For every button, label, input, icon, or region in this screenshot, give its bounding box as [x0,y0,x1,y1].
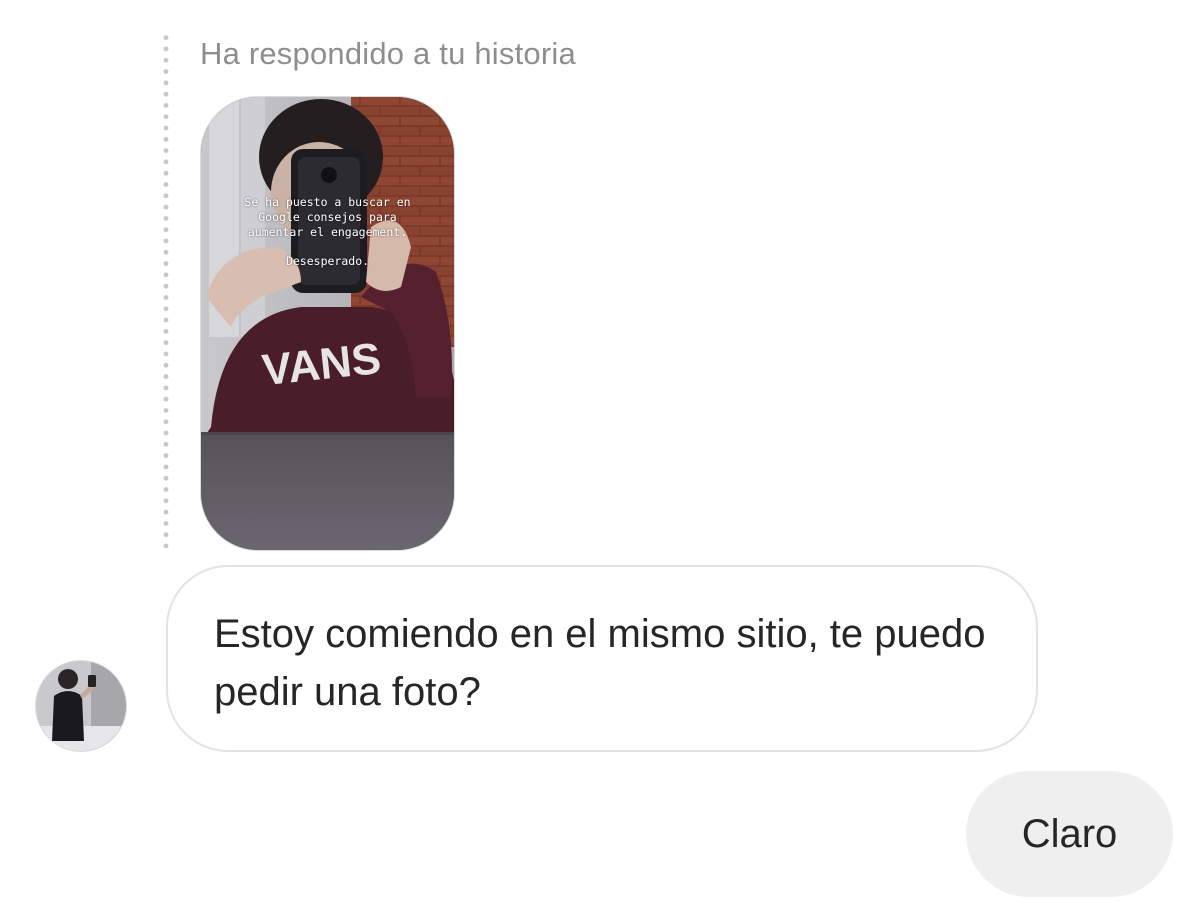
incoming-message-text: Estoy comiendo en el mismo sitio, te pue… [214,612,986,714]
story-photo: VANS [201,97,454,550]
avatar-photo-icon [36,661,126,751]
story-reply-label: Ha respondido a tu historia [200,36,576,71]
story-caption: Se ha puesto a buscar en Google consejos… [201,195,454,269]
dm-conversation: Ha respondido a tu historia VANS Se ha p… [0,0,1200,913]
story-caption-line: aumentar el engagement. [247,225,408,239]
outgoing-message-bubble[interactable]: Claro [966,771,1173,897]
story-caption-line: Google consejos para [258,210,397,224]
sender-avatar[interactable] [35,660,127,752]
story-caption-line: Se ha puesto a buscar en [244,195,411,209]
outgoing-message-text: Claro [1021,811,1118,856]
story-caption-line: Desesperado. [285,254,370,268]
incoming-message-bubble[interactable]: Estoy comiendo en el mismo sitio, te pue… [166,565,1038,752]
reply-thread-dotted-line [163,32,169,548]
story-thumbnail[interactable]: VANS Se ha puesto a buscar en Google con… [200,96,455,551]
